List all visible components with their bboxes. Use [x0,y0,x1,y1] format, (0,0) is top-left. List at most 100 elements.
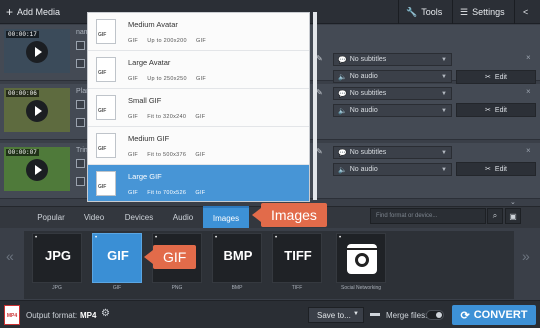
chevron-down-icon: ▼ [441,108,447,114]
tab-video[interactable]: Video [76,206,112,228]
next-arrow-icon[interactable]: » [522,248,530,264]
format-tile-gif[interactable]: • GIF [92,233,142,283]
preset-item[interactable]: Large Avatar GIF Up to 250x250 GIF [88,51,309,89]
preset-detail: GIF Up to 250x250 GIF [128,76,207,82]
subtitles-value: No subtitles [349,56,387,63]
close-icon[interactable]: × [526,146,531,155]
dropdown-scrollbar[interactable] [313,12,317,200]
edit-button[interactable]: ✂ Edit [456,103,536,117]
subtitles-select[interactable]: 💬 No subtitles ▼ [333,146,452,159]
close-icon[interactable]: × [526,53,531,62]
image-icon[interactable] [76,59,85,68]
gif-file-icon [96,133,116,158]
share-icon: < [523,7,529,17]
device-detect-icon[interactable]: ▣ [505,208,521,224]
preset-detail: GIF Fit to 700x526 GIF [128,190,206,196]
scissors-icon: ✂ [485,107,491,114]
pencil-icon[interactable]: ✎ [316,88,328,100]
preset-title: Large GIF [128,172,162,181]
gear-icon[interactable]: ⚙ [101,308,110,319]
toolbar-divider [452,0,453,24]
images-callout: Images [252,203,327,227]
tab-audio[interactable]: Audio [164,206,202,228]
duration-label: 00:00:07 [6,149,39,156]
share-button[interactable]: < [523,0,528,24]
gif-callout: GIF [143,245,197,269]
audio-value: No audio [349,73,378,80]
play-icon[interactable] [26,41,48,63]
video-thumbnail[interactable]: 00:00:06 [4,88,70,132]
tab-devices[interactable]: Devices [116,206,162,228]
folder-icon[interactable]: ▬ [370,308,380,319]
search-icon[interactable]: ⌕ [487,208,503,224]
chevron-down-icon: ▼ [441,74,447,80]
format-tile-tiff[interactable]: • TIFF [272,233,322,283]
format-tile-bmp[interactable]: • BMP [212,233,262,283]
preset-item[interactable]: Medium Avatar GIF Up to 200x200 GIF [88,13,309,51]
preset-title: Large Avatar [128,58,171,67]
subtitles-select[interactable]: 💬 No subtitles ▼ [333,87,452,100]
info-icon[interactable] [76,100,85,109]
subtitle-icon: 💬 [338,90,347,98]
tools-button[interactable]: 🔧 Tools [406,0,442,24]
settings-button[interactable]: ☰ Settings [460,0,505,24]
image-icon[interactable] [76,177,85,186]
chevron-down-icon: ▼ [441,57,447,63]
pencil-icon[interactable]: ✎ [316,54,328,66]
edit-button[interactable]: ✂ Edit [456,70,536,84]
format-label: Social Networking [340,285,382,291]
info-icon[interactable] [76,159,85,168]
pencil-icon[interactable]: ✎ [316,147,328,159]
output-format-value: MP4 [80,311,97,320]
tab-images[interactable]: Images [203,206,249,228]
toolbar-divider [398,0,399,24]
collapse-icon[interactable]: ⌄ [510,198,516,206]
convert-icon: ⟳ [460,309,470,322]
convert-button[interactable]: ⟳ CONVERT [452,305,536,325]
format-title: JPG [44,248,71,263]
image-icon[interactable] [76,118,85,127]
format-label: JPG [52,285,62,291]
star-icon: • [339,235,342,241]
info-icon[interactable] [76,41,85,50]
star-icon: • [155,235,158,241]
save-to-label: Save to... [317,310,351,320]
format-tile-jpg[interactable]: • JPG [32,233,82,283]
close-icon[interactable]: × [526,87,531,96]
preset-item[interactable]: Small GIF GIF Fit to 320x240 GIF [88,89,309,127]
edit-button[interactable]: ✂ Edit [456,162,536,176]
preset-item[interactable]: Medium GIF GIF Fit to 500x376 GIF [88,127,309,165]
preset-item-selected[interactable]: Large GIF GIF Fit to 700x526 GIF [88,165,309,201]
format-search-input[interactable]: Find format or device... [370,208,486,224]
save-to-dropdown[interactable]: Save to... ▼ [308,307,364,323]
add-media-button[interactable]: + Add Media [6,0,60,24]
tab-popular[interactable]: Popular [30,206,72,228]
add-media-label: Add Media [17,7,61,17]
audio-select[interactable]: 🔈 No audio ▼ [333,104,452,117]
edit-label: Edit [494,106,507,114]
subtitles-select[interactable]: 💬 No subtitles ▼ [333,53,452,66]
duration-label: 00:00:17 [6,31,39,38]
video-thumbnail[interactable]: 00:00:17 [4,29,70,73]
merge-files-toggle[interactable] [426,310,444,320]
tab-label: Devices [124,212,154,222]
speaker-icon: 🔈 [338,73,347,81]
play-icon[interactable] [26,100,48,122]
audio-select[interactable]: 🔈 No audio ▼ [333,70,452,83]
audio-select[interactable]: 🔈 No audio ▼ [333,163,452,176]
output-format-label: Output format: [26,311,78,320]
search-placeholder: Find format or device... [376,213,438,219]
callout-text: Images [271,207,317,223]
format-label: PNG [171,285,183,291]
bottom-bar: MP4 Output format: MP4 ⚙ Save to... ▼ ▬ … [0,300,540,328]
preset-dropdown: Medium Avatar GIF Up to 200x200 GIF Larg… [87,12,310,202]
prev-arrow-icon[interactable]: « [6,248,14,264]
callout-text: GIF [163,249,187,265]
preset-detail: GIF Fit to 500x376 GIF [128,152,206,158]
play-icon[interactable] [26,159,48,181]
chevron-down-icon: ▼ [353,311,359,317]
format-label: BMP [231,285,243,291]
video-thumbnail[interactable]: 00:00:07 [4,147,70,191]
format-tile-social[interactable]: • [336,233,386,283]
preset-title: Medium GIF [128,134,170,143]
